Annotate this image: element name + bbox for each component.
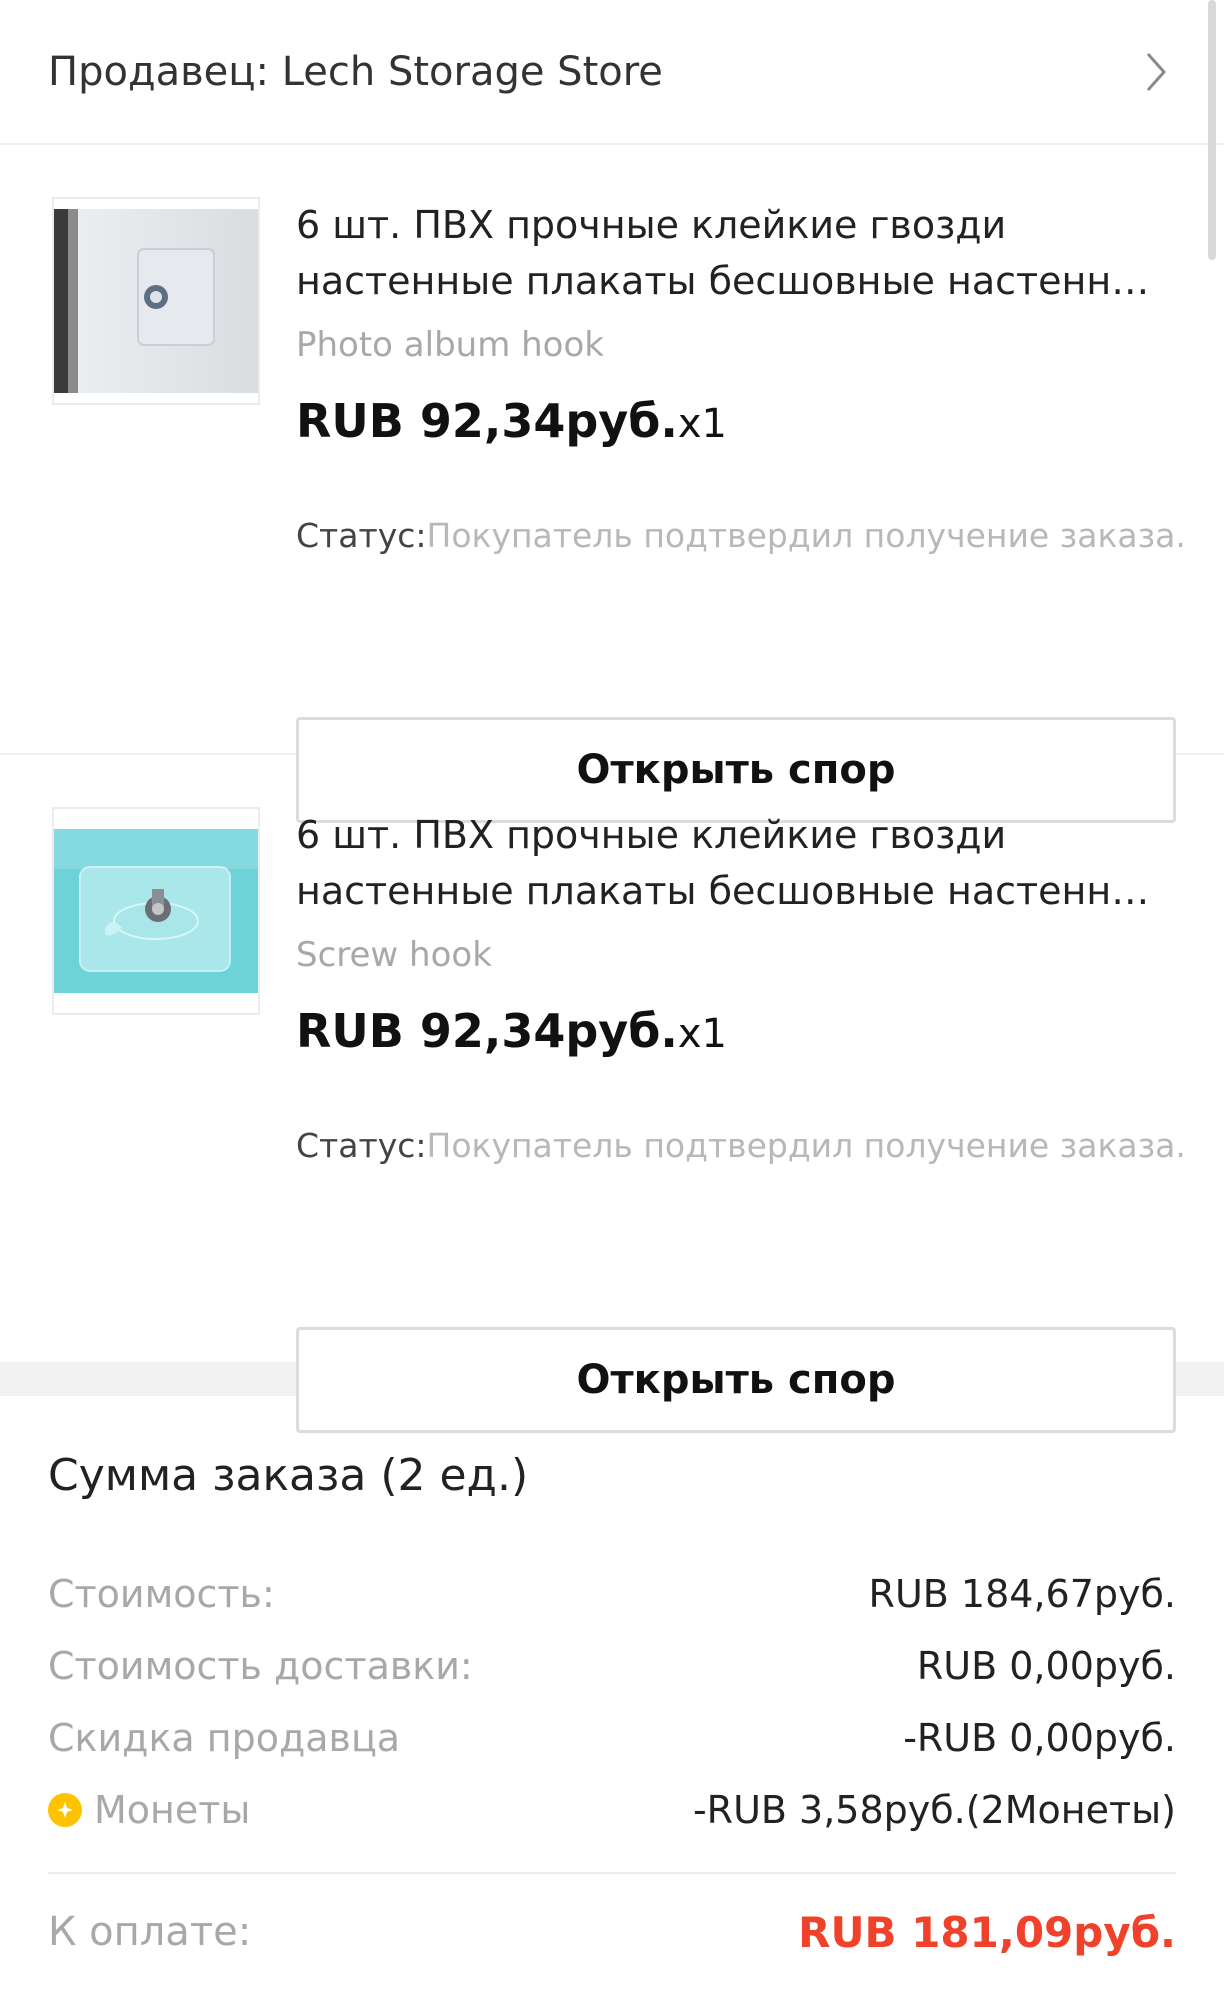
item-quantity: x1 [677,401,727,447]
open-dispute-button[interactable]: Открыть спор [296,1327,1176,1433]
summary-label: Скидка продавца [48,1716,401,1760]
summary-row-shipping: Стоимость доставки: RUB 0,00руб. [48,1630,1176,1702]
order-item: 6 шт. ПВХ прочные клейкие гвозди настенн… [0,145,1224,823]
seller-name: Продавец: Lech Storage Store [48,48,663,95]
summary-value: RUB 0,00руб. [916,1644,1176,1688]
item-title[interactable]: 6 шт. ПВХ прочные клейкие гвозди настенн… [296,807,1176,919]
item-details: 6 шт. ПВХ прочные клейкие гвозди настенн… [296,807,1186,1170]
summary-label-coins: Монеты [48,1788,250,1832]
item-variant: Screw hook [296,935,492,975]
total-label: К оплате: [48,1909,252,1955]
summary-label: Стоимость: [48,1572,275,1616]
order-item: 6 шт. ПВХ прочные клейкие гвозди настенн… [0,755,1224,1433]
summary-value: -RUB 3,58руб.(2Монеты) [692,1788,1176,1832]
product-thumbnail[interactable] [52,807,260,1015]
product-thumbnail[interactable] [52,197,260,405]
summary-label: Стоимость доставки: [48,1644,473,1688]
item-variant: Photo album hook [296,325,604,365]
summary-value: -RUB 0,00руб. [903,1716,1176,1760]
chevron-right-icon[interactable] [1136,42,1176,102]
coin-icon [48,1793,82,1827]
summary-row-subtotal: Стоимость: RUB 184,67руб. [48,1558,1176,1630]
item-details: 6 шт. ПВХ прочные клейкие гвозди настенн… [296,197,1186,560]
item-status: Статус:Покупатель подтвердил получение з… [296,512,1186,560]
total-value: RUB 181,09руб. [798,1907,1176,1957]
item-quantity: x1 [677,1011,727,1057]
item-status: Статус:Покупатель подтвердил получение з… [296,1122,1186,1170]
summary-total: К оплате: RUB 181,09руб. [48,1874,1176,1990]
order-summary: Сумма заказа (2 ед.) Стоимость: RUB 184,… [0,1444,1224,1990]
item-title[interactable]: 6 шт. ПВХ прочные клейкие гвозди настенн… [296,197,1176,309]
status-label: Статус: [296,1126,427,1165]
item-price: RUB 92,34руб.x1 [296,999,1176,1066]
summary-title: Сумма заказа (2 ед.) [48,1450,529,1501]
coins-label: Монеты [94,1788,251,1832]
summary-row-coins: Монеты -RUB 3,58руб.(2Монеты) [48,1774,1176,1846]
summary-rows: Стоимость: RUB 184,67руб. Стоимость дост… [48,1558,1176,1846]
status-value: Покупатель подтвердил получение заказа. [426,516,1186,555]
summary-row-seller-discount: Скидка продавца -RUB 0,00руб. [48,1702,1176,1774]
item-price: RUB 92,34руб.x1 [296,389,1176,456]
status-value: Покупатель подтвердил получение заказа. [426,1126,1186,1165]
status-label: Статус: [296,516,427,555]
summary-value: RUB 184,67руб. [868,1572,1176,1616]
item-price-value: RUB 92,34руб. [296,394,678,448]
item-price-value: RUB 92,34руб. [296,1004,678,1058]
seller-row[interactable]: Продавец: Lech Storage Store [0,0,1224,145]
